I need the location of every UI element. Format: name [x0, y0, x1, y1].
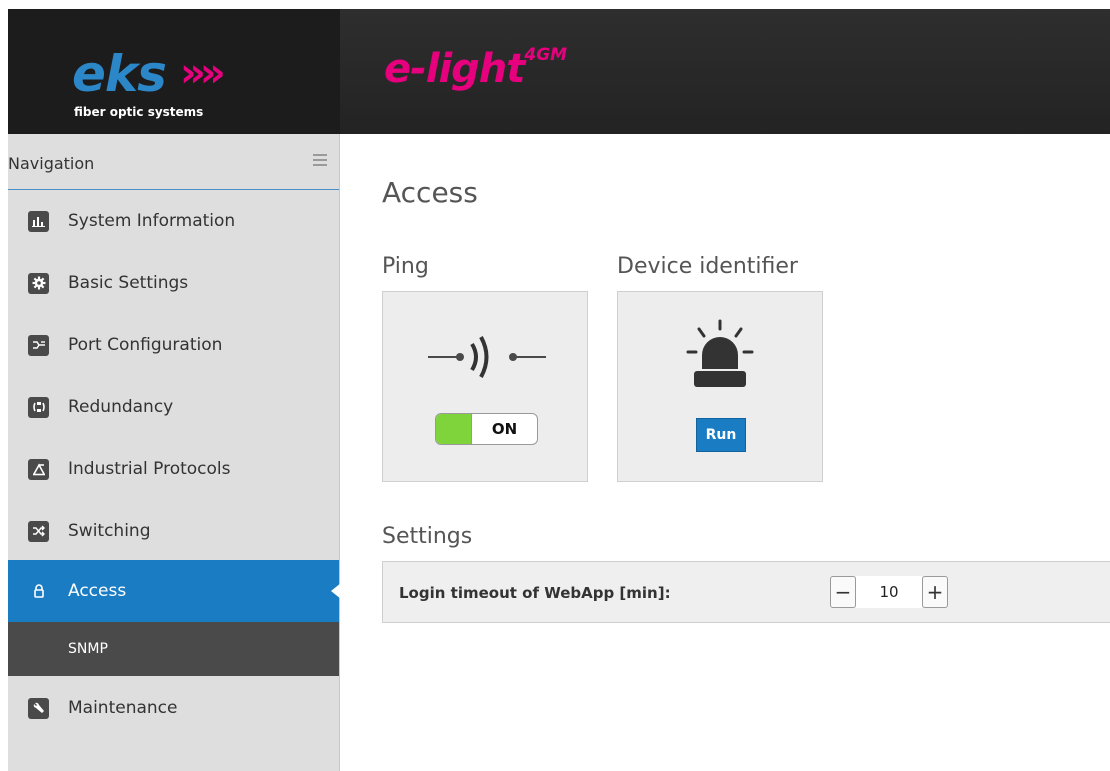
brand-logo: eks: [72, 45, 167, 103]
ping-title: Ping: [382, 254, 429, 279]
logo-panel: eks »» fiber optic systems: [8, 9, 340, 134]
sidebar-item-industrial-protocols[interactable]: Industrial Protocols: [8, 438, 339, 500]
login-timeout-value[interactable]: 10: [856, 576, 922, 608]
app-window: eks »» fiber optic systems e-light4GM Na…: [0, 0, 1110, 771]
sidebar-item-label: Redundancy: [68, 397, 174, 417]
login-timeout-stepper: − 10 +: [830, 576, 948, 608]
sidebar-item-label: Switching: [68, 521, 151, 541]
siren-icon: [686, 319, 754, 387]
sidebar-item-label: Industrial Protocols: [68, 459, 231, 479]
sidebar-item-label: Port Configuration: [68, 335, 223, 355]
navigation-header: Navigation: [8, 134, 339, 190]
product-logo: e-light4GM: [384, 46, 567, 92]
protocol-icon: [28, 458, 49, 480]
device-identifier-card: Run: [617, 291, 823, 482]
sidebar-item-access[interactable]: Access: [8, 560, 341, 622]
page-title: Access: [382, 176, 478, 209]
shuffle-icon: [28, 520, 49, 542]
sidebar-item-redundancy[interactable]: Redundancy: [8, 376, 339, 438]
sidebar-item-label: System Information: [68, 211, 236, 231]
sidebar-item-label: Access: [68, 581, 127, 601]
active-indicator-arrow: [331, 583, 341, 599]
device-identifier-title: Device identifier: [617, 254, 798, 279]
sidebar-item-basic-settings[interactable]: Basic Settings: [8, 252, 339, 314]
settings-title: Settings: [382, 524, 473, 549]
brand-tagline: fiber optic systems: [74, 105, 204, 119]
sidebar-item-system-information[interactable]: System Information: [8, 190, 339, 252]
toggle-label: ON: [491, 420, 518, 438]
port-icon: [28, 334, 49, 356]
run-button[interactable]: Run: [696, 418, 746, 452]
sidebar-item-label: Basic Settings: [68, 273, 189, 293]
redundancy-icon: [28, 396, 49, 418]
gear-icon: [28, 272, 49, 294]
product-suffix: 4GM: [524, 45, 568, 65]
lock-icon: [28, 581, 49, 602]
sidebar: Navigation System Information Basic Sett…: [8, 134, 341, 771]
toggle-on-indicator: [436, 414, 472, 444]
sidebar-item-port-configuration[interactable]: Port Configuration: [8, 314, 339, 376]
ping-card: ON: [382, 291, 588, 482]
wrench-icon: [28, 697, 49, 719]
top-bar: e-light4GM: [340, 9, 1110, 134]
sidebar-item-switching[interactable]: Switching: [8, 500, 339, 562]
product-name: e-light: [384, 46, 525, 92]
login-timeout-row: Login timeout of WebApp [min]: − 10 +: [382, 561, 1110, 623]
brand-chevrons: »»: [180, 50, 226, 96]
decrement-button[interactable]: −: [830, 576, 856, 608]
sidebar-subitem-snmp[interactable]: SNMP: [8, 622, 339, 676]
chart-icon: [28, 210, 49, 232]
hamburger-menu-icon[interactable]: [313, 154, 327, 168]
sidebar-subitem-label: SNMP: [68, 641, 108, 657]
navigation-title: Navigation: [8, 154, 95, 173]
brand-chevron-2: »: [199, 50, 226, 96]
ping-toggle[interactable]: ON: [435, 413, 538, 445]
login-timeout-label: Login timeout of WebApp [min]:: [399, 584, 671, 602]
brand-chevron-1: »: [180, 50, 206, 96]
sidebar-item-label: Maintenance: [68, 698, 178, 718]
sidebar-item-maintenance[interactable]: Maintenance: [8, 677, 339, 739]
ping-icon: [428, 336, 546, 378]
increment-button[interactable]: +: [922, 576, 948, 608]
